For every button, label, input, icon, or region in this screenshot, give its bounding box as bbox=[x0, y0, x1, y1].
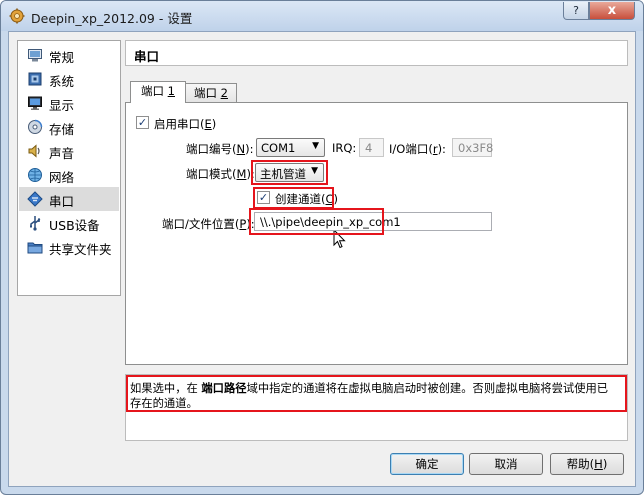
sidebar-item-label: 系统 bbox=[49, 74, 75, 89]
cancel-button-label: 取消 bbox=[494, 457, 518, 471]
dialog-body: 常规 系统 显示 存储 声音 网络 串口 USB设备 共享文件夹 串口 端口 1… bbox=[8, 31, 636, 487]
network-icon bbox=[28, 168, 42, 182]
gear-icon bbox=[9, 8, 25, 24]
cancel-button[interactable]: 取消 bbox=[469, 453, 543, 475]
port-mode-label-text: 端口模式 bbox=[186, 167, 232, 181]
help-button[interactable]: 帮助(H) bbox=[550, 453, 624, 475]
sidebar-item-display[interactable]: 显示 bbox=[19, 91, 119, 115]
sidebar-item-serial-port[interactable]: 串口 bbox=[19, 187, 119, 211]
path-label: 端口/文件位置(P): bbox=[162, 217, 255, 231]
irq-field[interactable]: 4 bbox=[359, 138, 384, 157]
display-icon bbox=[28, 96, 42, 110]
irq-value: 4 bbox=[365, 141, 373, 155]
serial-port-icon bbox=[27, 191, 43, 207]
enable-serial-checkbox[interactable]: ✓ bbox=[136, 116, 149, 129]
port-path-highlight bbox=[249, 208, 384, 235]
settings-sidebar: 常规 系统 显示 存储 声音 网络 串口 USB设备 共享文件夹 bbox=[17, 40, 121, 296]
info-highlight bbox=[126, 375, 627, 412]
io-port-label-text: I/O端口 bbox=[389, 142, 429, 156]
port-number-mnemonic: N bbox=[236, 142, 246, 156]
system-icon bbox=[28, 72, 42, 86]
window-title: Deepin_xp_2012.09 - 设置 bbox=[31, 11, 193, 26]
irq-label: IRQ: bbox=[332, 141, 357, 155]
path-mnemonic: P bbox=[239, 217, 247, 231]
titlebar-help-button[interactable]: ? bbox=[563, 2, 589, 20]
page-header: 串口 bbox=[125, 40, 628, 66]
sidebar-item-audio[interactable]: 声音 bbox=[19, 139, 119, 163]
enable-label-text: 启用串口 bbox=[154, 117, 200, 131]
sidebar-item-label: 存储 bbox=[49, 122, 75, 137]
help-button-label: 帮助 bbox=[566, 457, 590, 471]
sidebar-item-shared-folders[interactable]: 共享文件夹 bbox=[19, 235, 119, 259]
sidebar-item-usb[interactable]: USB设备 bbox=[19, 211, 119, 235]
tab-port-1[interactable]: 端口 1 bbox=[130, 81, 186, 103]
title-bar[interactable]: Deepin_xp_2012.09 - 设置 ? x bbox=[1, 1, 643, 31]
enable-mnemonic: E bbox=[204, 117, 212, 131]
tab-port-2[interactable]: 端口 2 bbox=[185, 83, 237, 103]
io-port-field[interactable]: 0x3F8 bbox=[452, 138, 494, 157]
shared-folder-icon bbox=[27, 242, 43, 254]
sidebar-item-general[interactable]: 常规 bbox=[19, 43, 119, 67]
sidebar-item-storage[interactable]: 存储 bbox=[19, 115, 119, 139]
sidebar-item-label: 常规 bbox=[49, 50, 75, 65]
sidebar-item-label: 网络 bbox=[49, 170, 75, 185]
sidebar-item-label: USB设备 bbox=[49, 218, 100, 233]
path-label-text: 端口/文件位置 bbox=[162, 217, 235, 231]
port-mode-highlight bbox=[251, 160, 328, 185]
ok-button-label: 确定 bbox=[415, 457, 439, 471]
port-number-label-text: 端口编号 bbox=[186, 142, 232, 156]
sidebar-item-network[interactable]: 网络 bbox=[19, 163, 119, 187]
tab-mnemonic: 2 bbox=[220, 86, 228, 100]
port-number-label: 端口编号(N): bbox=[186, 142, 254, 156]
sidebar-item-system[interactable]: 系统 bbox=[19, 67, 119, 91]
io-port-value: 0x3F8 bbox=[458, 141, 494, 155]
usb-icon bbox=[30, 216, 41, 231]
port-mode-mnemonic: M bbox=[236, 167, 247, 181]
sidebar-item-label: 共享文件夹 bbox=[49, 242, 112, 257]
chevron-down-icon: ▼ bbox=[312, 141, 319, 151]
ok-button[interactable]: 确定 bbox=[390, 453, 464, 475]
audio-icon bbox=[28, 144, 40, 158]
tab-label: 端口 bbox=[141, 84, 168, 98]
sidebar-item-label: 显示 bbox=[49, 98, 75, 113]
io-port-label: I/O端口(r): bbox=[389, 142, 446, 156]
create-pipe-highlight bbox=[253, 187, 334, 209]
port-number-value: COM1 bbox=[261, 141, 296, 155]
general-settings-icon bbox=[28, 49, 42, 62]
port-mode-label: 端口模式(M): bbox=[186, 167, 255, 181]
settings-window: Deepin_xp_2012.09 - 设置 ? x 常规 系统 显示 存储 声… bbox=[0, 0, 644, 495]
sidebar-item-label: 串口 bbox=[49, 194, 75, 209]
page-title: 串口 bbox=[134, 49, 160, 64]
io-port-mnemonic: r bbox=[432, 142, 438, 156]
port-number-select[interactable]: COM1 ▼ bbox=[256, 138, 325, 157]
tab-label: 端口 bbox=[194, 86, 221, 100]
storage-icon bbox=[28, 119, 43, 134]
help-mnemonic: H bbox=[594, 457, 603, 471]
tab-mnemonic: 1 bbox=[167, 84, 175, 98]
enable-serial-label[interactable]: 启用串口(E) bbox=[154, 116, 216, 132]
titlebar-close-button[interactable]: x bbox=[589, 2, 635, 20]
sidebar-item-label: 声音 bbox=[49, 146, 75, 161]
